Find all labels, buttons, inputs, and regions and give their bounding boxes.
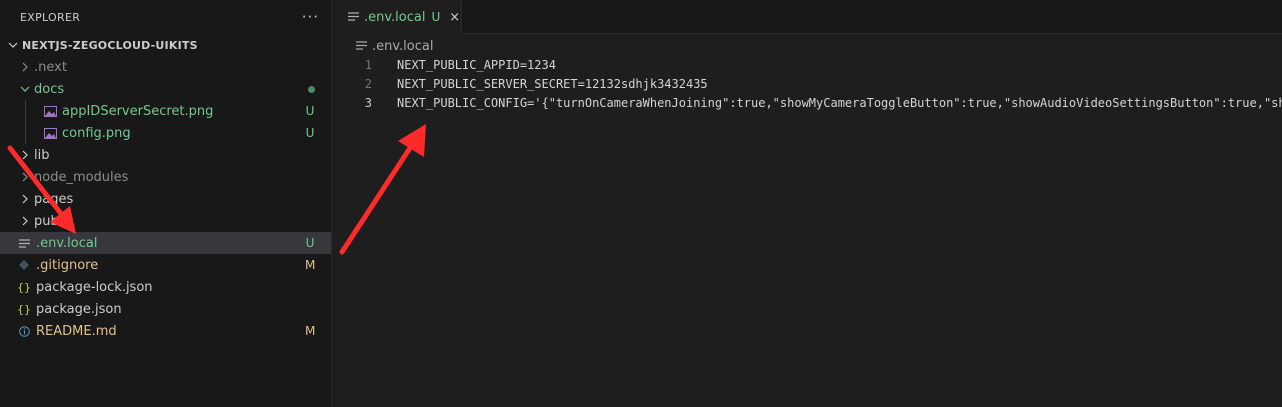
lines-file-icon: [356, 41, 368, 51]
tree-item-public[interactable]: public: [0, 210, 331, 232]
chevron-right-icon: [18, 170, 32, 184]
git-status-badge: U: [305, 104, 315, 118]
tab-git-badge: U: [431, 10, 441, 24]
tree-item-label: pages: [34, 191, 74, 207]
git-status-badge: U: [305, 126, 315, 140]
json-braces-icon: {}: [17, 280, 31, 294]
tree-item-appid-png[interactable]: appIDServerSecret.png U: [0, 100, 331, 122]
tree-item-lib[interactable]: lib: [0, 144, 331, 166]
git-diamond-icon: [16, 257, 32, 273]
breadcrumb[interactable]: .env.local: [356, 36, 433, 56]
json-braces-icon: {}: [17, 302, 31, 316]
line-number: 2: [364, 76, 372, 91]
git-status-badge: M: [305, 324, 316, 338]
explorer-title: EXPLORER: [20, 10, 81, 24]
chevron-right-icon: [18, 60, 32, 74]
lines-file-icon: [16, 235, 32, 251]
chevron-right-icon: [18, 214, 32, 228]
tab-env-local[interactable]: .env.local U ×: [332, 0, 462, 34]
indent-guide: [25, 122, 26, 144]
git-status-badge: M: [305, 258, 316, 272]
code-line: 1 NEXT_PUBLIC_APPID=1234: [332, 55, 1282, 74]
project-folder[interactable]: NEXTJS-ZEGOCLOUD-UIKITS: [0, 34, 331, 56]
info-icon: [16, 323, 32, 339]
line-text: NEXT_PUBLIC_SERVER_SECRET=12132sdhjk3432…: [397, 76, 708, 91]
chevron-down-icon: [18, 82, 32, 96]
tree-item-label: .gitignore: [36, 257, 99, 273]
image-file-icon: [42, 125, 58, 141]
tree-item-label: docs: [34, 81, 65, 97]
chevron-right-icon: [18, 192, 32, 206]
tree-item-gitignore[interactable]: .gitignore M: [0, 254, 331, 276]
tree-item-package-json[interactable]: {} package.json: [0, 298, 331, 320]
code-line: 2 NEXT_PUBLIC_SERVER_SECRET=12132sdhjk34…: [332, 74, 1282, 93]
tree-item-readme[interactable]: README.md M: [0, 320, 331, 342]
explorer-sidebar: EXPLORER ··· NEXTJS-ZEGOCLOUD-UIKITS .ne…: [0, 0, 332, 407]
tree-item-docs[interactable]: docs: [0, 78, 331, 100]
editor-tab-bar: .env.local U ×: [332, 0, 1282, 34]
modified-dot-icon: [308, 85, 315, 93]
chevron-down-icon: [6, 38, 20, 52]
tree-item-label: appIDServerSecret.png: [62, 103, 214, 119]
tree-item-label: lib: [34, 147, 50, 163]
tree-item-label: config.png: [62, 125, 131, 141]
line-number: 3: [364, 95, 372, 110]
tree-item-label: .next: [34, 59, 67, 75]
lines-file-icon: [348, 12, 360, 22]
tree-item-next[interactable]: .next: [0, 56, 331, 78]
project-name: NEXTJS-ZEGOCLOUD-UIKITS: [22, 38, 198, 52]
code-line: 3 NEXT_PUBLIC_CONFIG='{"turnOnCameraWhen…: [332, 93, 1282, 112]
tree-item-pages[interactable]: pages: [0, 188, 331, 210]
more-actions-icon[interactable]: ···: [302, 8, 319, 26]
indent-guide: [25, 100, 26, 122]
tree-item-env-local[interactable]: .env.local U: [0, 232, 331, 254]
tree-item-label: public: [34, 213, 74, 229]
chevron-right-icon: [18, 148, 32, 162]
tab-label: .env.local: [364, 9, 426, 25]
tree-item-node-modules[interactable]: node_modules: [0, 166, 331, 188]
line-text: NEXT_PUBLIC_APPID=1234: [397, 57, 556, 72]
tree-item-package-lock[interactable]: {} package-lock.json: [0, 276, 331, 298]
line-text: NEXT_PUBLIC_CONFIG='{"turnOnCameraWhenJo…: [397, 95, 1282, 110]
tree-item-label: README.md: [36, 323, 117, 339]
git-status-badge: U: [305, 236, 315, 250]
close-icon[interactable]: ×: [449, 10, 460, 25]
line-number: 1: [364, 57, 372, 72]
tree-item-config-png[interactable]: config.png U: [0, 122, 331, 144]
tree-item-label: node_modules: [34, 169, 129, 185]
code-editor[interactable]: 1 NEXT_PUBLIC_APPID=1234 2 NEXT_PUBLIC_S…: [332, 55, 1282, 407]
tree-item-label: .env.local: [36, 235, 98, 251]
breadcrumb-file: .env.local: [372, 38, 434, 54]
image-file-icon: [42, 103, 58, 119]
tree-item-label: package-lock.json: [36, 279, 153, 295]
tree-item-label: package.json: [36, 301, 122, 317]
explorer-header: EXPLORER ···: [0, 0, 331, 34]
